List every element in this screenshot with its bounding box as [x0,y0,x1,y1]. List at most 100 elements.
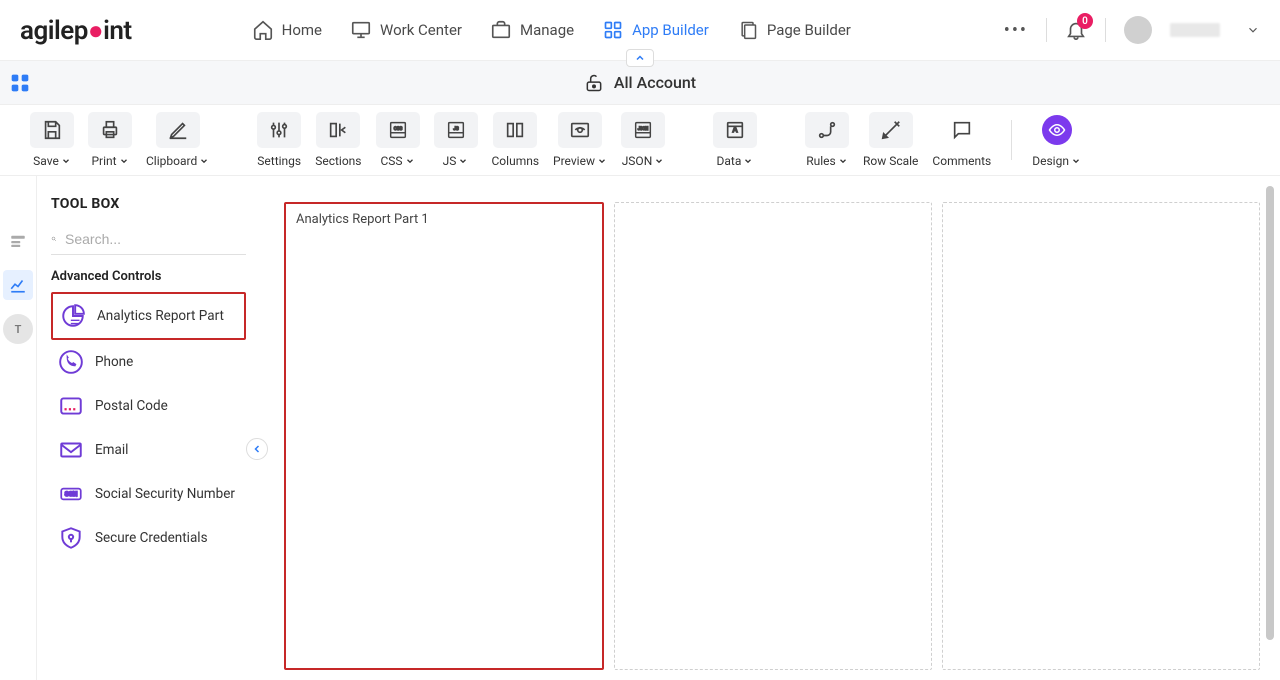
columns-label: Columns [492,154,540,168]
json-label: JSON [622,154,653,168]
toolbar-divider [1011,120,1012,160]
canvas-cell-3[interactable] [942,202,1260,670]
json-icon: JSON [632,119,654,141]
rowscale-label: Row Scale [863,154,918,168]
nav-work-center[interactable]: Work Center [350,19,462,41]
rules-button[interactable]: Rules [805,112,849,168]
js-icon: JS [445,119,467,141]
control-email[interactable]: Email [51,428,246,472]
email-icon [57,436,85,464]
settings-button[interactable]: Settings [257,112,301,168]
comment-icon [951,119,973,141]
columns-icon [504,119,526,141]
sidebar-title: TOOL BOX [51,196,246,212]
control-label: Secure Credentials [95,530,208,546]
js-label: JS [443,154,457,168]
data-button[interactable]: A Data [713,112,757,168]
rail-form-icon[interactable] [3,226,33,256]
nav-right: ••• 0 [1004,16,1260,44]
divider [1105,18,1106,42]
pie-chart-icon [59,302,87,330]
search-icon [51,230,57,248]
print-icon [99,119,121,141]
pencil-icon [167,119,189,141]
control-label: Postal Code [95,398,168,414]
control-label: Analytics Report Part [97,308,224,324]
nav-home-label: Home [282,21,322,39]
rules-label: Rules [806,154,835,168]
nav-work-center-label: Work Center [380,21,462,39]
rules-icon [816,119,838,141]
chevron-down-icon [1071,156,1081,166]
phone-icon [57,348,85,376]
left-rail: T [0,176,36,680]
control-secure-credentials[interactable]: Secure Credentials [51,516,246,560]
rowscale-button[interactable]: Row Scale [863,112,918,168]
svg-text:SSN: SSN [65,490,78,498]
chevron-down-icon [119,156,129,166]
nav-home[interactable]: Home [252,19,322,41]
page-header: All Account [0,60,1280,104]
comments-button[interactable]: Comments [932,112,991,168]
svg-text:CSS: CSS [393,126,402,132]
control-phone[interactable]: Phone [51,340,246,384]
canvas-cell-2[interactable] [614,202,932,670]
divider [1046,18,1047,42]
canvas-cell-1-label: Analytics Report Part 1 [296,212,429,227]
logo-text-pre: agilep [20,16,88,46]
rail-template-icon[interactable]: T [3,314,33,344]
notifications-button[interactable]: 0 [1065,19,1087,41]
sliders-icon [268,119,290,141]
logo-dot-icon: ● [88,16,103,46]
control-postal-code[interactable]: Postal Code [51,384,246,428]
nav-page-builder-label: Page Builder [767,21,851,39]
design-button[interactable]: Design [1032,112,1081,168]
shield-icon [57,524,85,552]
preview-button[interactable]: Preview [553,112,607,168]
nav-items: Home Work Center Manage App Builder Page… [252,19,851,41]
control-ssn[interactable]: SSN Social Security Number [51,472,246,516]
chevron-down-icon [199,156,209,166]
canvas: Analytics Report Part 1 [256,176,1280,680]
clipboard-button[interactable]: Clipboard [146,112,209,168]
save-button[interactable]: Save [30,112,74,168]
section-label: Advanced Controls [51,269,246,284]
username [1170,23,1220,37]
search-input[interactable] [65,231,246,247]
user-menu-caret[interactable] [1246,23,1260,37]
chevron-down-icon [61,156,71,166]
apps-corner-button[interactable] [10,73,30,93]
control-analytics-report-part[interactable]: Analytics Report Part [51,292,246,340]
collapse-header-button[interactable] [626,49,654,67]
settings-label: Settings [257,154,301,168]
postal-code-icon [57,392,85,420]
avatar[interactable] [1124,16,1152,44]
sections-button[interactable]: Sections [315,112,361,168]
comments-label: Comments [932,154,991,168]
control-label: Social Security Number [95,486,235,502]
chevron-down-icon [458,156,468,166]
print-label: Print [91,154,116,168]
print-button[interactable]: Print [88,112,132,168]
notification-badge: 0 [1077,13,1093,29]
chevron-down-icon [405,156,415,166]
sections-label: Sections [315,154,361,168]
js-button[interactable]: JS JS [434,112,478,168]
json-button[interactable]: JSON JSON [621,112,665,168]
columns-button[interactable]: Columns [492,112,540,168]
rail-chart-icon[interactable] [3,270,33,300]
control-label: Phone [95,354,133,370]
svg-text:JSON: JSON [638,127,649,132]
css-button[interactable]: CSS CSS [376,112,420,168]
save-label: Save [33,154,59,168]
nav-manage[interactable]: Manage [490,19,574,41]
vertical-scrollbar[interactable] [1266,186,1274,640]
main: T TOOL BOX Advanced Controls Analytics R… [0,176,1280,680]
more-menu[interactable]: ••• [1004,20,1028,41]
canvas-cell-1[interactable]: Analytics Report Part 1 [284,202,604,670]
nav-app-builder[interactable]: App Builder [602,19,709,41]
nav-page-builder[interactable]: Page Builder [737,19,851,41]
briefcase-icon [490,19,512,41]
page-title-wrap: All Account [584,73,696,93]
toolbar: Save Print Clipboard Settings Sections C… [0,104,1280,176]
